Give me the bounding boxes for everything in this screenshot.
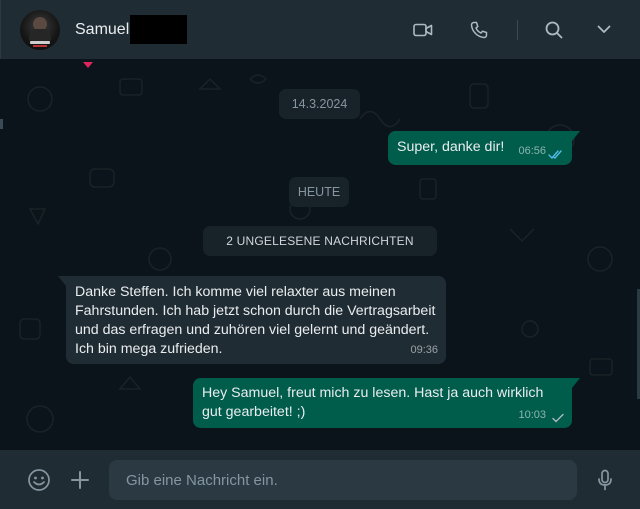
video-call-icon[interactable] (411, 18, 435, 42)
contact-name-area[interactable]: Samuel (75, 15, 188, 44)
redacted-surname (130, 15, 188, 44)
heart-reaction-icon (83, 62, 93, 68)
message-input[interactable] (109, 460, 577, 500)
date-divider: 14.3.2024 (279, 89, 360, 119)
attach-plus-icon[interactable] (67, 467, 93, 493)
emoji-icon[interactable] (26, 467, 52, 493)
search-icon[interactable] (542, 18, 566, 42)
message-outgoing[interactable]: Hey Samuel, freut mich zu lesen. Hast ja… (193, 378, 580, 428)
contact-avatar[interactable] (20, 9, 60, 50)
microphone-icon[interactable] (592, 467, 618, 493)
message-time: 10:03 (518, 409, 546, 421)
message-text: Super, danke dir! (397, 139, 505, 155)
scroll-indicator (0, 119, 3, 129)
today-divider: HEUTE (289, 177, 349, 207)
chevron-down-icon[interactable] (592, 18, 616, 42)
message-outgoing[interactable]: Super, danke dir! 06:56 (388, 131, 580, 165)
chat-header: Samuel (0, 0, 640, 59)
contact-name: Samuel (75, 20, 130, 38)
voice-call-icon[interactable] (467, 18, 491, 42)
check-delivered-icon (552, 413, 564, 423)
compose-bar (0, 450, 640, 509)
message-text: Danke Steffen. Ich komme viel relaxter a… (75, 284, 436, 357)
message-incoming[interactable]: Danke Steffen. Ich komme viel relaxter a… (58, 276, 446, 364)
message-time: 06:56 (518, 145, 546, 157)
header-actions (411, 0, 640, 59)
chat-area[interactable]: 14.3.2024 Super, danke dir! 06:56 HEUTE … (0, 59, 640, 450)
double-check-read-icon (548, 150, 562, 160)
message-text: Hey Samuel, freut mich zu lesen. Hast ja… (202, 385, 544, 420)
unread-messages-divider: 2 UNGELESENE NACHRICHTEN (203, 226, 437, 256)
header-separator (517, 19, 518, 40)
message-time: 09:36 (410, 344, 438, 356)
